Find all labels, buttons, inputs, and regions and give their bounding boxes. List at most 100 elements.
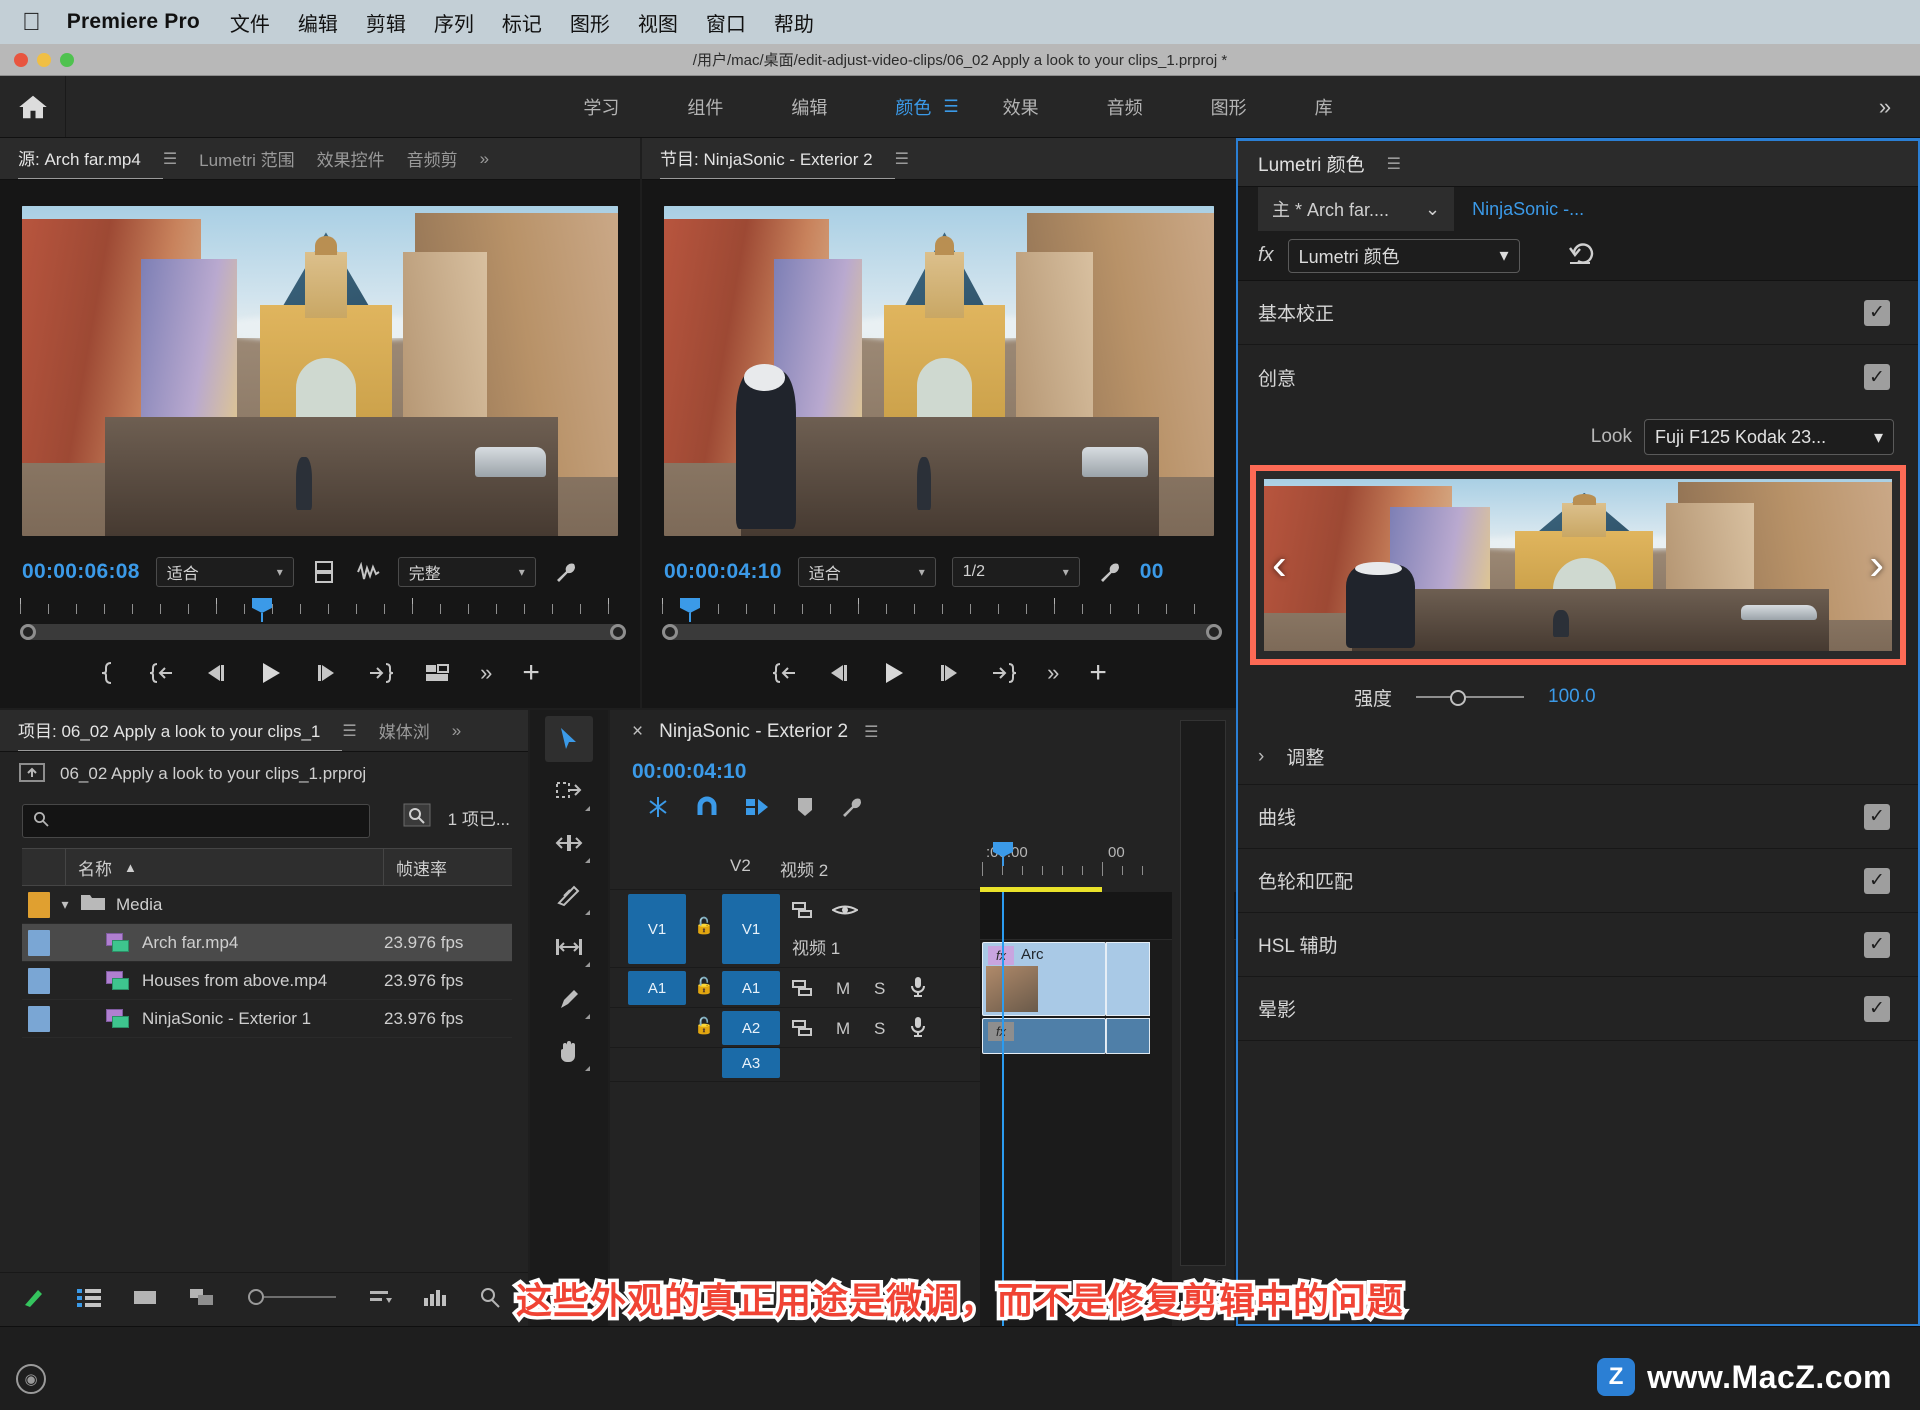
section-curves-checkbox[interactable]: ✓: [1864, 803, 1890, 830]
marker-icon[interactable]: [796, 796, 814, 823]
menu-edit[interactable]: 编辑: [298, 8, 338, 37]
source-transport-more[interactable]: »: [480, 660, 492, 686]
tab-lumetri-scopes[interactable]: Lumetri 范围: [199, 138, 316, 179]
pen-tool[interactable]: [545, 976, 593, 1022]
menu-view[interactable]: 视图: [638, 8, 678, 37]
step-back-icon[interactable]: [827, 663, 851, 683]
program-transport-more[interactable]: »: [1047, 660, 1059, 686]
meter-solo-left[interactable]: S: [1182, 1277, 1191, 1292]
source-patch-v1[interactable]: V1: [628, 894, 686, 964]
hand-tool[interactable]: [545, 1028, 593, 1074]
eye-icon[interactable]: [831, 902, 859, 923]
sync-lock-icon[interactable]: [792, 900, 816, 925]
track-target-a1[interactable]: A1: [722, 971, 780, 1005]
tab-project[interactable]: 项目: 06_02 Apply a look to your clips_1: [18, 710, 343, 751]
program-timecode[interactable]: 00:00:04:10: [664, 560, 782, 584]
add-icon[interactable]: +: [1089, 656, 1107, 690]
menu-graphics[interactable]: 图形: [570, 8, 610, 37]
wrench-icon[interactable]: [840, 795, 864, 824]
tab-effect-controls[interactable]: 效果控件: [317, 138, 407, 179]
ripple-edit-tool[interactable]: [545, 820, 593, 866]
play-icon[interactable]: [258, 660, 284, 686]
track-header-v2[interactable]: V2 视频 2: [610, 842, 980, 890]
intensity-value[interactable]: 100.0: [1548, 686, 1596, 708]
sort-icon[interactable]: [368, 1287, 392, 1312]
program-panel-menu-icon[interactable]: ☰: [895, 149, 909, 169]
go-up-folder-icon[interactable]: [18, 760, 46, 789]
effect-select[interactable]: Lumetri 颜色 ▾: [1287, 238, 1520, 273]
workspace-menu-icon[interactable]: ☰: [943, 97, 958, 117]
find-icon[interactable]: [478, 1286, 502, 1313]
track-target-v1[interactable]: V1: [722, 894, 780, 964]
add-icon[interactable]: +: [522, 656, 540, 690]
menu-sequence[interactable]: 序列: [434, 8, 474, 37]
mark-in-out-icon[interactable]: [100, 661, 118, 685]
master-clip-select[interactable]: 主 * Arch far.... ⌄: [1258, 187, 1455, 231]
linked-selection-icon[interactable]: [646, 795, 670, 824]
source-playhead[interactable]: [252, 598, 272, 622]
section-curves[interactable]: 曲线 ✓: [1238, 785, 1918, 849]
source-fit-select[interactable]: 适合 ▾: [155, 557, 294, 587]
go-to-out-icon[interactable]: [368, 662, 394, 684]
table-row[interactable]: NinjaSonic - Exterior 1 23.976 fps: [22, 1000, 512, 1038]
close-window-button[interactable]: [14, 52, 28, 67]
section-hsl-secondary[interactable]: HSL 辅助 ✓: [1238, 913, 1918, 977]
lock-icon[interactable]: 🔓: [694, 1016, 714, 1036]
mute-button-a1[interactable]: M: [836, 979, 850, 999]
solo-button-a2[interactable]: S: [874, 1019, 885, 1039]
lumetri-panel-title[interactable]: Lumetri 颜色: [1258, 150, 1365, 177]
program-zoom-scrollbar[interactable]: [662, 624, 1222, 640]
look-prev-arrow-icon[interactable]: ‹: [1272, 540, 1287, 590]
program-video-frame[interactable]: [664, 206, 1214, 536]
track-header-a3[interactable]: A3: [610, 1048, 980, 1082]
timeline-clip-audio[interactable]: fx: [982, 1018, 1106, 1054]
look-select[interactable]: Fuji F125 Kodak 23... ▾: [1644, 419, 1894, 455]
menu-marker[interactable]: 标记: [502, 8, 542, 37]
apple-icon[interactable]: : [22, 9, 41, 35]
tab-media-browser[interactable]: 媒体浏: [379, 710, 452, 751]
chevron-down-icon[interactable]: ▾: [50, 896, 80, 913]
source-time-ruler[interactable]: [20, 598, 626, 622]
selection-tool[interactable]: [545, 716, 593, 762]
go-to-in-icon[interactable]: [771, 662, 797, 684]
look-preview-thumbnail[interactable]: ‹ ›: [1264, 479, 1892, 651]
tab-audio-clip-mixer[interactable]: 音频剪: [407, 138, 480, 179]
step-forward-icon[interactable]: [937, 663, 961, 683]
section-vignette[interactable]: 晕影 ✓: [1238, 977, 1918, 1041]
source-timecode[interactable]: 00:00:06:08: [22, 560, 140, 584]
adjust-section[interactable]: › 调整: [1238, 729, 1918, 785]
column-name[interactable]: 名称 ▲: [66, 849, 384, 885]
menu-file[interactable]: 文件: [230, 8, 270, 37]
insert-icon[interactable]: [424, 662, 450, 684]
automate-icon[interactable]: [422, 1286, 448, 1313]
search-input[interactable]: [22, 804, 370, 838]
tab-assembly[interactable]: 组件: [653, 76, 757, 138]
reset-icon[interactable]: [1568, 240, 1598, 271]
track-header-v1[interactable]: V1 🔓 V1 视频 1: [610, 890, 980, 968]
microphone-icon[interactable]: [910, 975, 926, 1004]
solo-button-a1[interactable]: S: [874, 979, 885, 999]
timeline-playhead[interactable]: [993, 842, 1013, 866]
search-field[interactable]: [57, 812, 359, 830]
program-fit-select[interactable]: 适合 ▾: [797, 557, 936, 587]
track-header-a1[interactable]: A1 🔓 A1 M S: [610, 968, 980, 1008]
find-icon[interactable]: [402, 802, 432, 833]
zoom-slider-icon[interactable]: [246, 1287, 338, 1312]
section-color-wheels-checkbox[interactable]: ✓: [1864, 867, 1890, 894]
wrench-icon[interactable]: [1096, 558, 1124, 586]
meter-solo-right[interactable]: S: [1215, 1277, 1224, 1292]
tab-libraries[interactable]: 库: [1281, 76, 1367, 138]
mute-button-a2[interactable]: M: [836, 1019, 850, 1039]
tab-graphics[interactable]: 图形: [1177, 76, 1281, 138]
go-to-in-icon[interactable]: [148, 662, 174, 684]
home-icon[interactable]: [0, 76, 66, 137]
microphone-icon[interactable]: [910, 1015, 926, 1044]
list-view-icon[interactable]: [76, 1286, 102, 1313]
marker-sync-icon[interactable]: [744, 795, 770, 824]
section-creative[interactable]: 创意 ✓: [1238, 345, 1918, 409]
track-target-a3[interactable]: A3: [722, 1048, 780, 1078]
program-playhead[interactable]: [680, 598, 700, 622]
program-resolution-select[interactable]: 1/2 ▾: [951, 557, 1080, 587]
column-framerate[interactable]: 帧速率: [384, 849, 512, 885]
section-basic-correction-checkbox[interactable]: ✓: [1864, 299, 1890, 326]
